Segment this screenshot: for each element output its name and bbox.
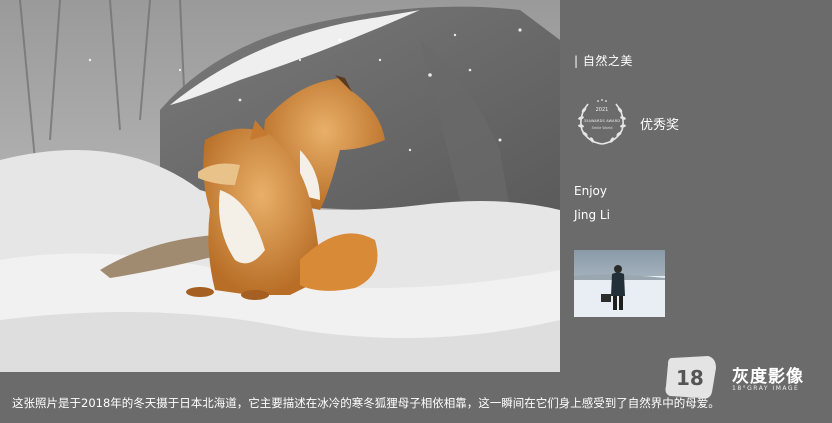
photographer-avatar[interactable] xyxy=(574,250,665,317)
watermark-logo-text: 18 xyxy=(676,366,704,390)
photo-title: Enjoy xyxy=(574,184,607,198)
watermark-subtitle: 18°GRAY IMAGE xyxy=(732,385,800,392)
award-year: 2021 xyxy=(595,107,609,113)
award-label: 优秀奖 xyxy=(640,117,680,133)
watermark-brand: 灰度影像 xyxy=(732,367,804,387)
award-name: 35AWARDS AWARD xyxy=(583,119,621,123)
photographer-name[interactable]: Jing Li xyxy=(574,208,610,222)
award-subtitle: Smile World xyxy=(591,126,613,130)
photo-description: 这张照片是于2018年的冬天摄于日本北海道，它主要描述在冰冷的寒冬狐狸母子相依相… xyxy=(12,396,720,410)
main-photo[interactable] xyxy=(0,0,560,372)
award-row: 2021 35AWARDS AWARD Smile World 优秀奖 xyxy=(574,96,679,150)
category-label[interactable]: | 自然之美 xyxy=(574,52,633,69)
watermark-logo-icon: 18 xyxy=(665,356,716,399)
info-panel: | 自然之美 2021 35AWARDS AWARD Smile World 优… xyxy=(574,0,824,372)
watermark: 18 灰度影像 18°GRAY IMAGE xyxy=(662,352,822,402)
fox-photo-illustration xyxy=(0,0,560,372)
laurel-award-icon: 2021 35AWARDS AWARD Smile World xyxy=(574,96,630,150)
